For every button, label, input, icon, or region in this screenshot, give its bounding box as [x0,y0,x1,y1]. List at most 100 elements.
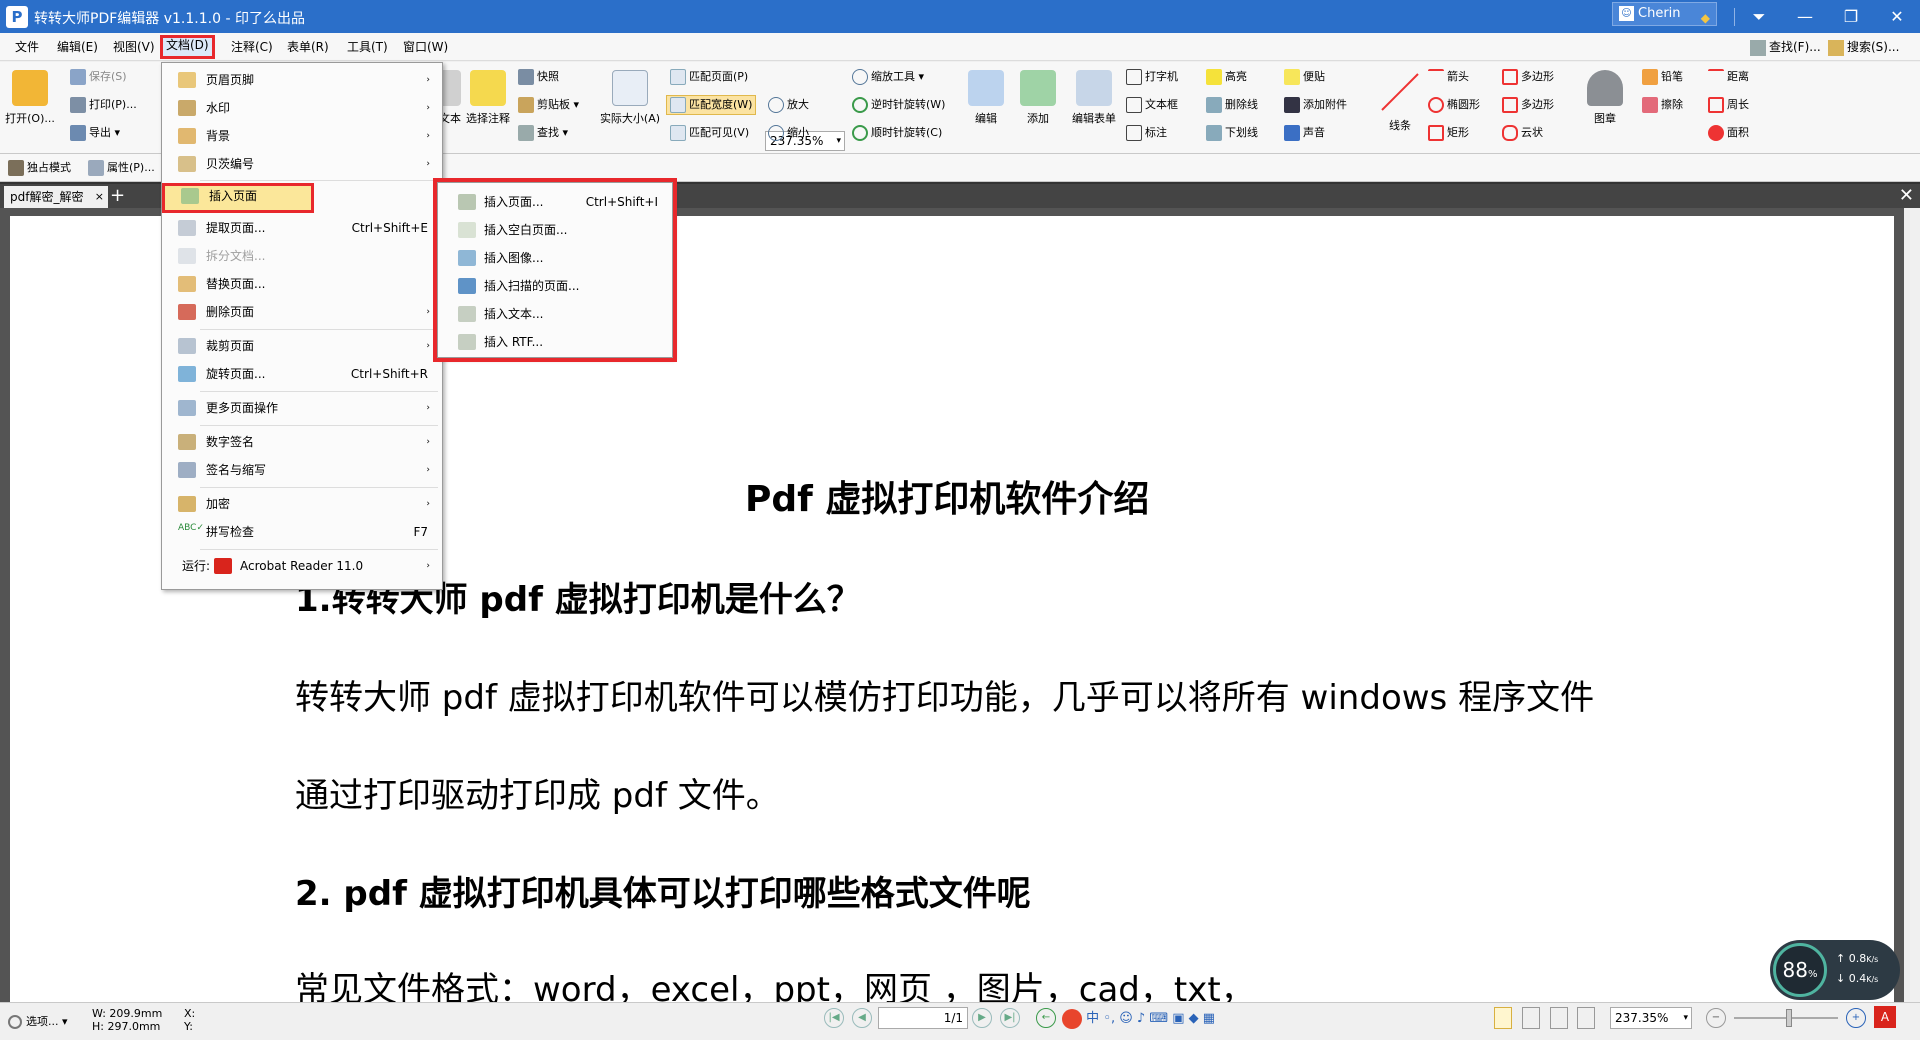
menu-item-more-page-ops[interactable]: 更多页面操作 › [162,395,442,421]
sound-button[interactable]: 声音 [1284,125,1325,141]
search-tool[interactable]: 搜索(S)... [1828,37,1899,57]
add-button[interactable]: 添加 [1016,70,1060,126]
ribbon-toggle-icon[interactable]: ⏷ [1736,0,1782,33]
properties-button[interactable]: 属性(P)... [88,160,155,176]
callout-button[interactable]: 标注 [1126,125,1167,141]
menu-item-run-acrobat[interactable]: 运行: Acrobat Reader 11.0 › [162,553,442,579]
menu-item-background[interactable]: 背景 › [162,123,442,149]
network-speed-widget[interactable]: 88% ↑ 0.8K/s ↓ 0.4K/s [1770,940,1900,1000]
perimeter-button[interactable]: 周长 [1708,97,1749,113]
fit-width-button[interactable]: 匹配宽度(W) [666,95,757,115]
submenu-insert-blank[interactable]: 插入空白页面... [438,217,672,243]
submenu-insert-scan[interactable]: 插入扫描的页面... [438,273,672,299]
next-page-button[interactable]: ▶ [972,1008,992,1028]
continuous-icon[interactable] [1521,1007,1540,1029]
document-tab[interactable]: pdf解密_解密 × [4,186,108,208]
prev-page-button[interactable]: ◀ [852,1008,872,1028]
submenu-insert-text[interactable]: 插入文本... [438,301,672,327]
edit-button[interactable]: 编辑 [964,70,1008,126]
status-zoom-combobox[interactable]: 237.35% ▾ [1610,1007,1692,1029]
find-button[interactable]: 查找 ▾ [518,125,568,141]
menu-item-digital-signature[interactable]: 数字签名 › [162,429,442,455]
menu-item-extract-pages[interactable]: 提取页面... Ctrl+Shift+E [162,215,442,241]
exclusive-mode-button[interactable]: 独占模式 [8,160,71,176]
menu-item-delete-pages[interactable]: 删除页面 › [162,299,442,325]
close-button[interactable]: ✕ [1874,0,1920,33]
zoom-slider[interactable] [1734,1009,1838,1027]
snapshot-button[interactable]: 快照 [518,69,559,85]
close-document-button[interactable]: ✕ [1899,184,1914,208]
single-page-icon[interactable] [1494,1007,1512,1029]
back-button[interactable]: ← [1036,1008,1056,1028]
menu-document[interactable]: 文档(D) [160,35,215,59]
polyline-button[interactable]: 多边形 [1502,97,1554,113]
fit-visible-button[interactable]: 匹配可见(V) [670,125,749,141]
restore-button[interactable]: ❐ [1828,0,1874,33]
zoom-in-status-button[interactable]: + [1846,1008,1866,1028]
menu-edit[interactable]: 编辑(E) [54,37,101,57]
highlight-button[interactable]: 高亮 [1206,69,1247,85]
export-button[interactable]: 导出 ▾ [70,125,120,141]
arrow-button[interactable]: 箭头 [1428,69,1469,85]
actual-size-button[interactable]: 实际大小(A) [596,70,664,126]
rect-button[interactable]: 矩形 [1428,125,1469,141]
polygon-button[interactable]: 多边形 [1502,69,1554,85]
options-button[interactable]: 选项... ▾ [8,1015,68,1029]
fit-page-button[interactable]: 匹配页面(P) [670,69,748,85]
menu-item-replace-pages[interactable]: 替换页面... [162,271,442,297]
distance-button[interactable]: 距离 [1708,69,1749,85]
note-button[interactable]: 便贴 [1284,69,1325,85]
menu-item-insert-pages[interactable]: 插入页面 [162,183,314,213]
print-button[interactable]: 打印(P)... [70,97,137,113]
acrobat-icon[interactable]: A [1874,1006,1896,1028]
eraser-button[interactable]: 擦除 [1642,97,1683,113]
vertical-scrollbar[interactable] [1904,208,1920,1002]
area-button[interactable]: 面积 [1708,125,1749,141]
lines-button[interactable]: 线条 [1376,70,1424,133]
zoom-out-status-button[interactable]: − [1706,1008,1726,1028]
menu-item-bates[interactable]: 贝茨编号 › [162,151,442,177]
select-annotation-button[interactable]: 选择注释 [462,70,514,126]
rotate-ccw-button[interactable]: 逆时针旋转(W) [852,97,945,113]
minimize-button[interactable]: — [1782,0,1828,33]
submenu-insert-rtf[interactable]: 插入 RTF... [438,329,672,355]
pencil-button[interactable]: 铅笔 [1642,69,1683,85]
menu-item-watermark[interactable]: 水印 › [162,95,442,121]
menu-file[interactable]: 文件 [12,37,42,57]
page-number-input[interactable]: 1/1 [878,1007,968,1029]
find-tool[interactable]: 查找(F)... [1750,37,1821,57]
clipboard-button[interactable]: 剪贴板 ▾ [518,97,579,113]
edit-form-button[interactable]: 编辑表单 [1066,70,1122,126]
menu-comment[interactable]: 注释(C) [228,37,276,57]
zoom-in-button[interactable]: 放大 [768,97,809,113]
menu-item-encrypt[interactable]: 加密 › [162,491,442,517]
attach-button[interactable]: 添加附件 [1284,97,1347,113]
menu-view[interactable]: 视图(V) [110,37,158,57]
menu-item-crop-pages[interactable]: 裁剪页面 › [162,333,442,359]
typewriter-button[interactable]: 打字机 [1126,69,1178,85]
zoom-tool-button[interactable]: 缩放工具 ▾ [852,69,924,85]
menu-item-header-footer[interactable]: 页眉页脚 › [162,67,442,93]
menu-window[interactable]: 窗口(W) [400,37,451,57]
menu-form[interactable]: 表单(R) [284,37,332,57]
ellipse-button[interactable]: 椭圆形 [1428,97,1480,113]
submenu-insert-page[interactable]: 插入页面... Ctrl+Shift+I [438,189,672,215]
textbox-button[interactable]: 文本框 [1126,97,1178,113]
stamp-button[interactable]: 图章 [1578,70,1632,126]
strikeout-button[interactable]: 删除线 [1206,97,1258,113]
submenu-insert-image[interactable]: 插入图像... [438,245,672,271]
continuous-facing-icon[interactable] [1577,1007,1596,1029]
underline-button[interactable]: 下划线 [1206,125,1258,141]
page-layout-buttons[interactable] [1494,1007,1604,1031]
cloud-button[interactable]: 云状 [1502,125,1543,141]
user-account[interactable]: ☺ Cherin ◆ [1612,2,1717,26]
zoom-slider-thumb[interactable] [1786,1009,1792,1027]
last-page-button[interactable]: ▶| [1000,1008,1020,1028]
save-button[interactable]: 保存(S) [70,69,127,85]
menu-item-spell-check[interactable]: ABC✓ 拼写检查 F7 [162,519,442,545]
menu-item-rotate-pages[interactable]: 旋转页面... Ctrl+Shift+R [162,361,442,387]
facing-icon[interactable] [1549,1007,1568,1029]
menu-tools[interactable]: 工具(T) [344,37,391,57]
zoom-out-button[interactable]: 缩小 [768,125,809,141]
first-page-button[interactable]: |◀ [824,1008,844,1028]
